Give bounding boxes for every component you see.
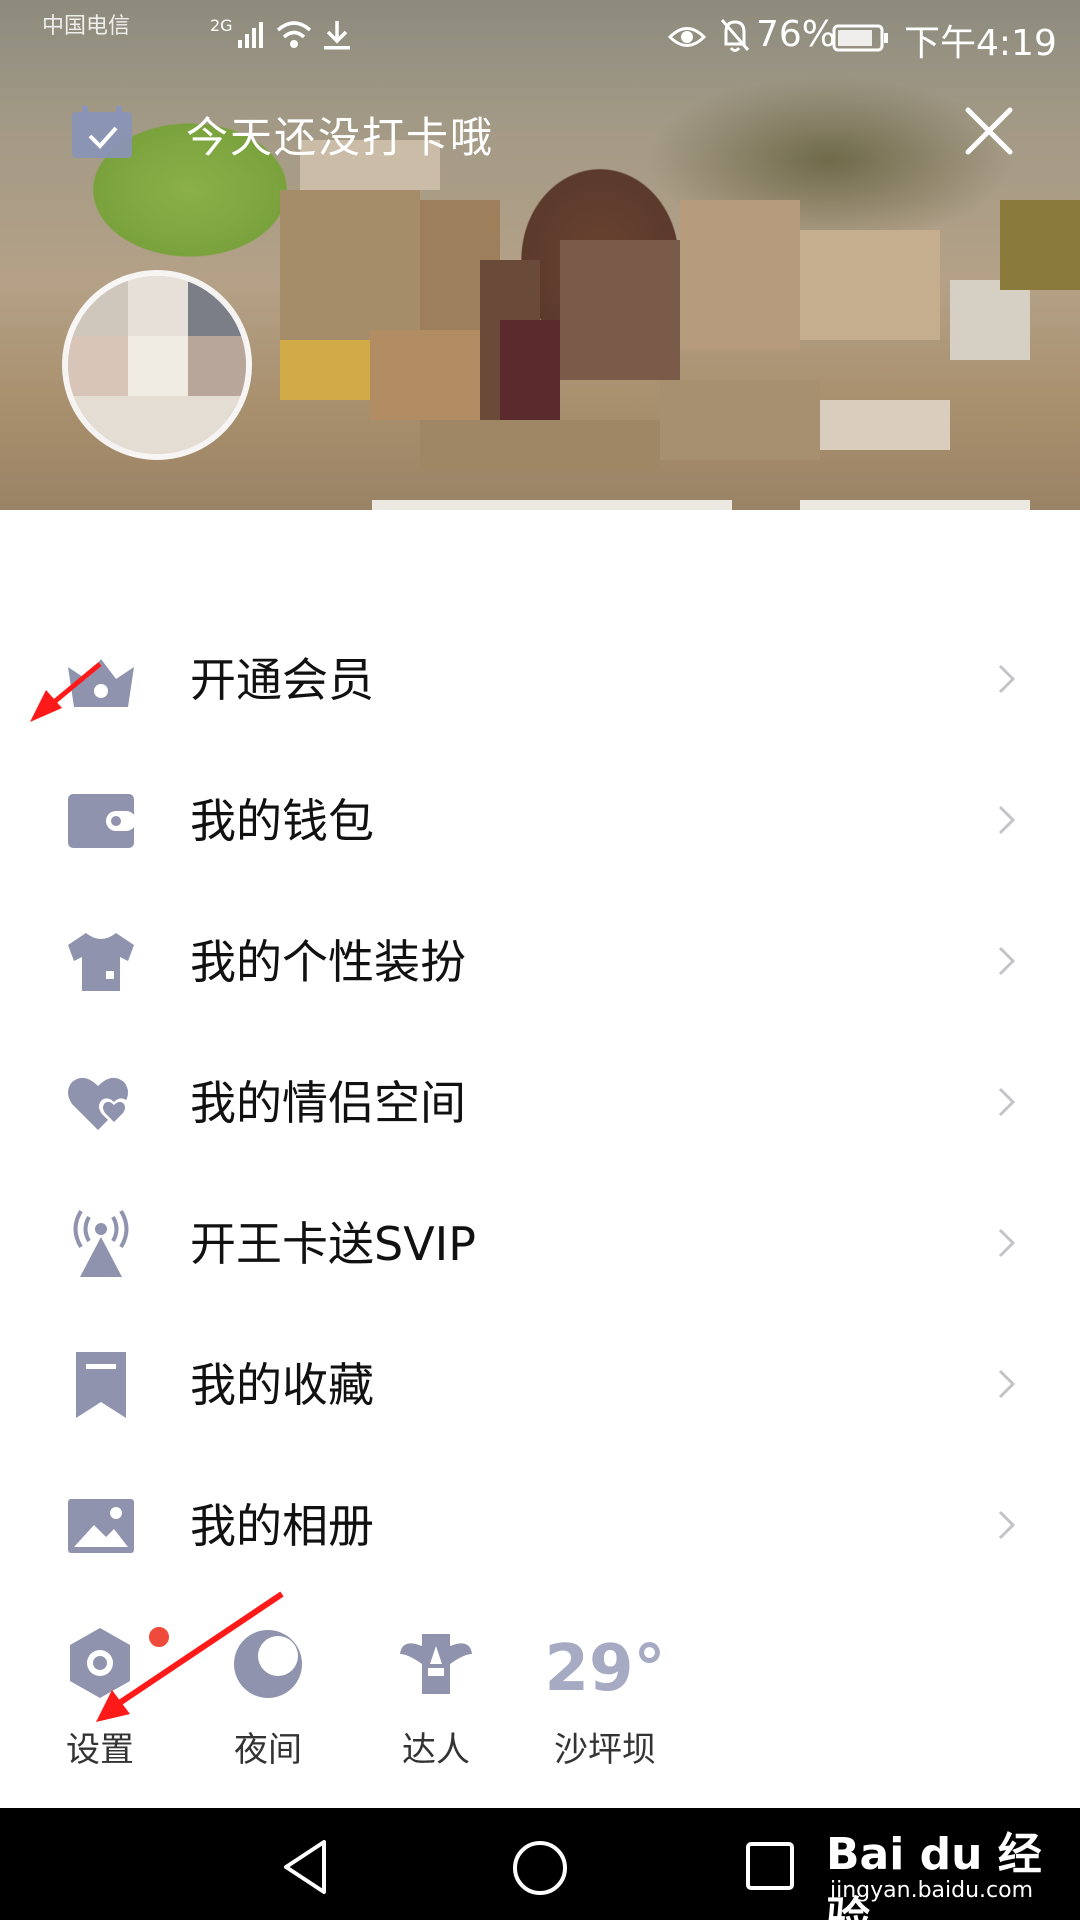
menu-label-vip: 开通会员 <box>190 653 374 707</box>
chevron-right-icon <box>998 1228 1016 1258</box>
settings-label: 设置 <box>66 1730 134 1770</box>
menu-item-album[interactable]: 我的相册 <box>0 1456 1080 1597</box>
watermark-url: jingyan.baidu.com <box>830 1878 1034 1903</box>
weather-location: 沙坪坝 <box>554 1730 656 1770</box>
bookmark-icon <box>76 1352 126 1418</box>
signal-tower-icon <box>73 1209 129 1277</box>
menu-label-album: 我的相册 <box>190 1499 374 1553</box>
settings-button[interactable]: 设置 <box>30 1610 172 1770</box>
watermark-logo: Bai du 经验 <box>826 1829 1042 1920</box>
calendar-check-icon[interactable] <box>70 104 134 160</box>
mute-bell-icon <box>720 19 750 52</box>
menu-label-couple-space: 我的情侣空间 <box>190 1076 466 1130</box>
clock: 下午4:19 <box>904 23 1057 64</box>
menu-item-king-card[interactable]: 开王卡送SVIP <box>0 1174 1080 1315</box>
baidu-jingyan-watermark: Bai du 经验 jingyan.baidu.com <box>826 1816 1066 1920</box>
expert-label: 达人 <box>402 1730 470 1770</box>
notification-dot <box>146 1624 172 1650</box>
wallet-icon <box>68 794 136 848</box>
weather-widget[interactable]: 29° 沙坪坝 <box>525 1610 685 1770</box>
gear-icon <box>70 1628 130 1698</box>
signal-icon <box>238 22 263 48</box>
nickname-tag <box>372 500 732 510</box>
battery-icon <box>832 24 888 52</box>
menu-item-vip[interactable]: 开通会员 <box>0 610 1080 751</box>
menu-label-dressup: 我的个性装扮 <box>190 935 466 989</box>
hearts-icon <box>68 1077 129 1130</box>
download-icon <box>324 21 350 50</box>
menu-item-dressup[interactable]: 我的个性装扮 <box>0 892 1080 1033</box>
checkin-reminder[interactable]: 今天还没打卡哦 <box>186 104 494 165</box>
back-icon[interactable] <box>280 1838 332 1896</box>
menu-label-king-card: 开王卡送SVIP <box>190 1217 476 1271</box>
eye-comfort-icon <box>668 27 706 47</box>
avatar[interactable] <box>62 270 252 460</box>
home-icon[interactable] <box>510 1838 570 1898</box>
moon-icon <box>234 1630 302 1698</box>
status-bar: 中国电信 2G 76% 下午4:19 <box>0 0 1080 76</box>
menu-item-couple-space[interactable]: 我的情侣空间 <box>0 1033 1080 1174</box>
chevron-right-icon <box>998 946 1016 976</box>
menu-label-favorites: 我的收藏 <box>190 1358 374 1412</box>
menu-item-favorites[interactable]: 我的收藏 <box>0 1315 1080 1456</box>
system-navigation-bar: Bai du 经验 jingyan.baidu.com <box>0 1808 1080 1920</box>
weather-temperature: 29° <box>544 1632 666 1706</box>
night-mode-label: 夜间 <box>234 1730 302 1770</box>
level-tag <box>800 500 1030 510</box>
menu-item-wallet[interactable]: 我的钱包 <box>0 751 1080 892</box>
close-icon[interactable] <box>962 104 1016 158</box>
chevron-right-icon <box>998 664 1016 694</box>
quick-actions-bar: 设置 夜间 达人 29° 沙坪坝 <box>0 1610 1080 1810</box>
profile-header: 中国电信 2G 76% 下午4:19 今天还没打卡哦 <box>0 0 1080 510</box>
recent-apps-icon[interactable] <box>744 1840 796 1892</box>
photo-album-icon <box>68 1499 134 1553</box>
network-type: 2G <box>210 16 233 35</box>
chevron-right-icon <box>998 1087 1016 1117</box>
night-mode-button[interactable]: 夜间 <box>198 1610 338 1770</box>
shirt-icon <box>68 933 134 991</box>
winged-trophy-icon <box>400 1634 472 1694</box>
wifi-icon <box>276 21 312 48</box>
chevron-right-icon <box>998 805 1016 835</box>
chevron-right-icon <box>998 1369 1016 1399</box>
chevron-right-icon <box>998 1510 1016 1540</box>
vip-crown-icon <box>68 659 134 707</box>
expert-button[interactable]: 达人 <box>366 1610 506 1770</box>
menu-label-wallet: 我的钱包 <box>190 794 374 848</box>
battery-percent: 76% <box>756 14 837 55</box>
carrier-name: 中国电信 <box>42 14 131 39</box>
